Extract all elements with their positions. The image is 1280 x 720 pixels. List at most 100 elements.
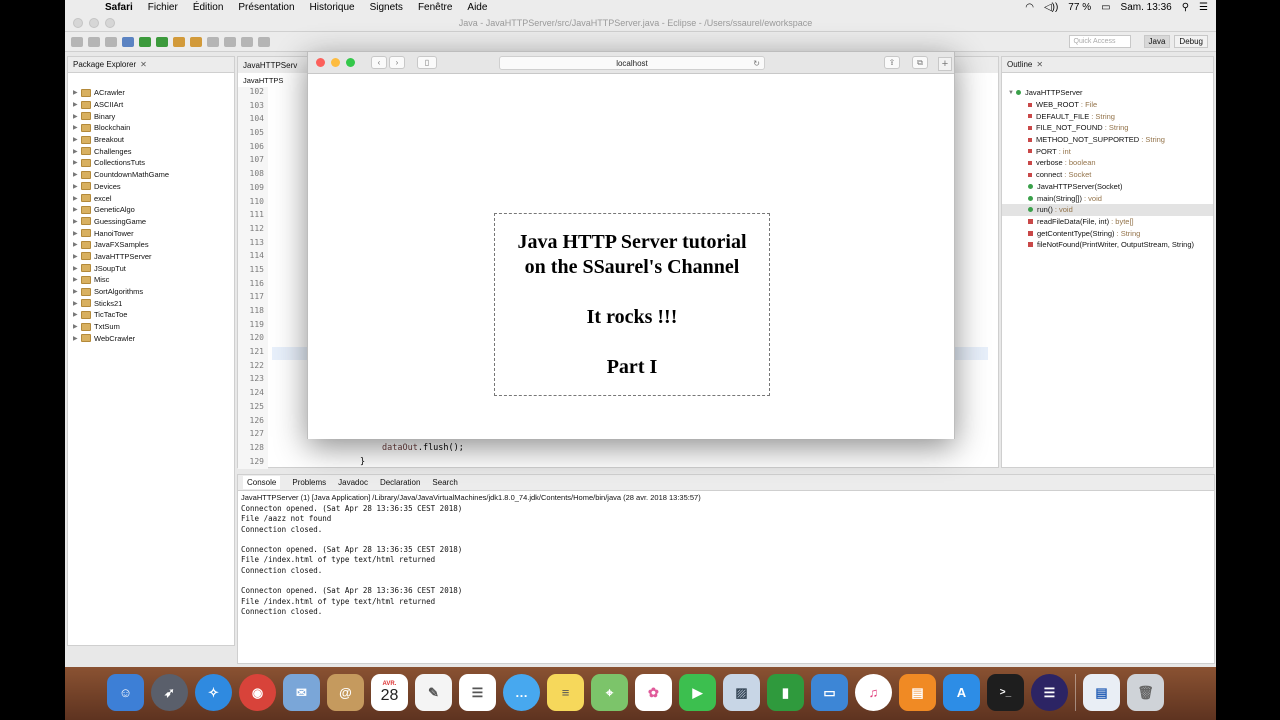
menu-fenetre[interactable]: Fenêtre bbox=[418, 2, 452, 13]
new-tab-button[interactable]: + bbox=[938, 57, 952, 71]
wifi-icon[interactable]: ◠ bbox=[1025, 2, 1034, 13]
itunes-icon[interactable]: ♫ bbox=[855, 674, 892, 711]
outline-member[interactable]: JavaHTTPServer(Socket) bbox=[1002, 181, 1213, 193]
menu-presentation[interactable]: Présentation bbox=[238, 2, 294, 13]
project-item[interactable]: ▶ TicTacToe bbox=[68, 309, 234, 321]
outline-member[interactable]: verbose : boolean bbox=[1002, 157, 1213, 169]
java-perspective-button[interactable]: Java bbox=[1143, 35, 1171, 48]
menu-historique[interactable]: Historique bbox=[310, 2, 355, 13]
zoom-window-button[interactable] bbox=[346, 58, 355, 67]
zoom-window-button[interactable] bbox=[105, 18, 115, 28]
clock[interactable]: Sam. 13:36 bbox=[1121, 2, 1172, 13]
project-item[interactable]: ▶ ACrawler bbox=[68, 87, 234, 99]
back-icon[interactable] bbox=[241, 36, 253, 47]
project-item[interactable]: ▶ Misc bbox=[68, 274, 234, 286]
expand-icon[interactable]: ▶ bbox=[73, 300, 81, 307]
textedit-icon[interactable]: ✎ bbox=[415, 674, 452, 711]
reminders-icon[interactable]: ☰ bbox=[459, 674, 496, 711]
trash-icon[interactable]: 🗑 bbox=[1127, 674, 1164, 711]
maps-icon[interactable]: ⌖ bbox=[591, 674, 628, 711]
outline-member-selected[interactable]: run() : void bbox=[1002, 203, 1213, 216]
project-item[interactable]: ▶ JavaHTTPServer bbox=[68, 251, 234, 263]
terminal-icon[interactable]: >_ bbox=[987, 674, 1024, 711]
project-item[interactable]: ▶ ASCIIArt bbox=[68, 99, 234, 111]
close-icon[interactable]: ✕ bbox=[140, 60, 147, 69]
expand-icon[interactable]: ▶ bbox=[73, 265, 81, 272]
coverage-icon[interactable] bbox=[156, 36, 168, 47]
expand-icon[interactable]: ▶ bbox=[73, 136, 81, 143]
console-output[interactable]: Connecton opened. (Sat Apr 28 13:36:35 C… bbox=[238, 504, 1214, 617]
expand-icon[interactable]: ▶ bbox=[73, 113, 81, 120]
address-bar[interactable]: localhost ↻ bbox=[499, 56, 765, 70]
reload-icon[interactable]: ↻ bbox=[753, 57, 760, 70]
outline-root[interactable]: ▼ JavaHTTPServer bbox=[1002, 87, 1213, 99]
expand-icon[interactable]: ▶ bbox=[73, 323, 81, 330]
project-item[interactable]: ▶ Sticks21 bbox=[68, 297, 234, 309]
project-item[interactable]: ▶ CollectionsTuts bbox=[68, 157, 234, 169]
menu-app-name[interactable]: Safari bbox=[105, 2, 133, 13]
open-type-icon[interactable] bbox=[207, 36, 219, 47]
photos-icon[interactable]: ✿ bbox=[635, 674, 672, 711]
tab-console[interactable]: Console bbox=[243, 476, 281, 489]
code-line-flush[interactable]: dataOut.flush(); bbox=[382, 443, 464, 453]
close-window-button[interactable] bbox=[73, 18, 83, 28]
print-icon[interactable] bbox=[105, 36, 117, 47]
outline-tab[interactable]: Outline ✕ bbox=[1002, 57, 1213, 73]
expand-icon[interactable]: ▶ bbox=[73, 230, 81, 237]
close-icon[interactable]: ✕ bbox=[1036, 60, 1043, 69]
menu-aide[interactable]: Aide bbox=[467, 2, 487, 13]
expand-icon[interactable]: ▶ bbox=[73, 89, 81, 96]
project-item[interactable]: ▶ HanoiTower bbox=[68, 227, 234, 239]
safari-icon[interactable]: ✧ bbox=[195, 674, 232, 711]
expand-icon[interactable]: ▶ bbox=[73, 206, 81, 213]
launchpad-icon[interactable]: ➶ bbox=[151, 674, 188, 711]
project-item[interactable]: ▶ excel bbox=[68, 192, 234, 204]
save-icon[interactable] bbox=[88, 36, 100, 47]
quick-access-field[interactable]: Quick Access bbox=[1068, 35, 1131, 48]
project-item[interactable]: ▶ WebCrawler bbox=[68, 332, 234, 344]
forward-button[interactable]: › bbox=[389, 56, 405, 69]
contacts-icon[interactable]: @ bbox=[327, 674, 364, 711]
editor-tab[interactable]: JavaHTTPServ bbox=[243, 61, 297, 70]
expand-icon[interactable]: ▶ bbox=[73, 335, 81, 342]
project-item[interactable]: ▶ GuessingGame bbox=[68, 216, 234, 228]
project-item[interactable]: ▶ Blockchain bbox=[68, 122, 234, 134]
outline-member[interactable]: METHOD_NOT_SUPPORTED : String bbox=[1002, 134, 1213, 146]
outline-member[interactable]: connect : Socket bbox=[1002, 169, 1213, 181]
outline-member[interactable]: PORT : int bbox=[1002, 145, 1213, 157]
outline-member[interactable]: getContentType(String) : String bbox=[1002, 227, 1213, 239]
debug-icon[interactable] bbox=[122, 36, 134, 47]
finder-icon[interactable]: ☺ bbox=[107, 674, 144, 711]
expand-icon[interactable]: ▶ bbox=[73, 171, 81, 178]
keynote-icon[interactable]: ▭ bbox=[811, 674, 848, 711]
share-icon[interactable]: ⇪ bbox=[884, 56, 900, 69]
package-explorer-tab[interactable]: Package Explorer ✕ bbox=[68, 57, 234, 73]
tab-javadoc[interactable]: Javadoc bbox=[338, 478, 368, 487]
battery-percent[interactable]: 77 % bbox=[1068, 2, 1091, 13]
notes-icon[interactable]: ≡ bbox=[547, 674, 584, 711]
project-item[interactable]: ▶ JSoupTut bbox=[68, 262, 234, 274]
battery-icon[interactable]: ▭ bbox=[1101, 2, 1110, 13]
collapse-icon[interactable]: ▼ bbox=[1008, 90, 1016, 96]
expand-icon[interactable]: ▶ bbox=[73, 195, 81, 202]
menu-edition[interactable]: Édition bbox=[193, 2, 224, 13]
project-item[interactable]: ▶ SortAlgorithms bbox=[68, 286, 234, 298]
menu-fichier[interactable]: Fichier bbox=[148, 2, 178, 13]
expand-icon[interactable]: ▶ bbox=[73, 159, 81, 166]
mail-icon[interactable]: ✉ bbox=[283, 674, 320, 711]
expand-icon[interactable]: ▶ bbox=[73, 253, 81, 260]
tab-problems[interactable]: Problems bbox=[292, 478, 326, 487]
facetime-icon[interactable]: ▶ bbox=[679, 674, 716, 711]
new-icon[interactable] bbox=[71, 36, 83, 47]
calendar-icon[interactable]: AVR. 28 bbox=[371, 674, 408, 711]
breadcrumb-item[interactable]: JavaHTTPS bbox=[243, 76, 283, 85]
menu-signets[interactable]: Signets bbox=[370, 2, 403, 13]
minimize-window-button[interactable] bbox=[89, 18, 99, 28]
expand-icon[interactable]: ▶ bbox=[73, 276, 81, 283]
messages-icon[interactable]: … bbox=[503, 674, 540, 711]
numbers-icon[interactable]: ▮ bbox=[767, 674, 804, 711]
chrome-icon[interactable]: ◉ bbox=[239, 674, 276, 711]
expand-icon[interactable]: ▶ bbox=[73, 124, 81, 131]
outline-member[interactable]: readFileData(File, int) : byte[] bbox=[1002, 216, 1213, 228]
minimize-window-button[interactable] bbox=[331, 58, 340, 67]
